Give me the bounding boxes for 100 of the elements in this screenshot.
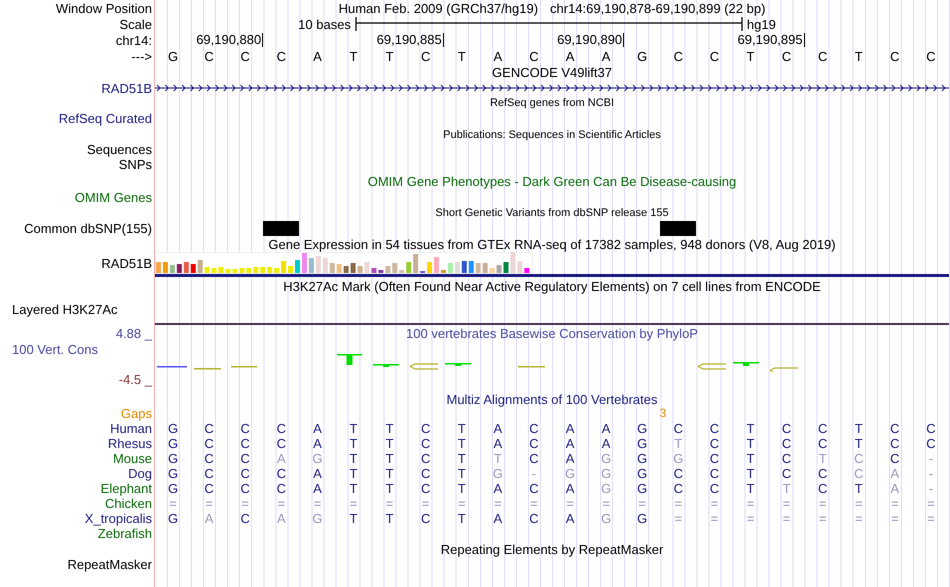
gene-label[interactable]: RAD51B (101, 80, 152, 96)
alignment-base: A (564, 511, 576, 526)
species-label: Chicken (105, 496, 152, 511)
alignment-base: = (782, 496, 792, 511)
alignment-base: G (600, 466, 612, 481)
alignment-base: C (420, 466, 432, 481)
track-label: Layered H3K27Ac (12, 302, 118, 316)
base-letter: C (276, 49, 287, 64)
alignment-base: A (890, 481, 900, 496)
alignment-base: T (492, 451, 503, 466)
alignment-base: C (816, 421, 828, 436)
base-letter: C (708, 49, 720, 64)
base-letter: A (492, 49, 504, 64)
track-label: OMIM Genes (74, 190, 152, 205)
alignment-base: G (311, 511, 324, 526)
base-letter: C (528, 49, 540, 64)
alignment-base: A (564, 421, 576, 436)
alignment-base: A (312, 436, 323, 451)
track-title: OMIM Gene Phenotypes - Dark Green Can Be Disease-causing (368, 174, 736, 188)
alignment-base: = (240, 496, 250, 511)
alignment-base: C (528, 451, 540, 466)
alignment-base: C (816, 436, 828, 451)
alignment-base: A (492, 436, 504, 451)
alignment-base: T (456, 481, 467, 496)
base-letter: A (564, 49, 576, 64)
track-label: ---> (131, 49, 152, 64)
alignment-base: = (926, 511, 936, 526)
alignment-base: = (854, 496, 864, 511)
alignment-base: T (384, 421, 395, 436)
base-letter: T (456, 49, 467, 64)
alignment-base: C (672, 481, 684, 496)
alignment-base: C (276, 421, 287, 436)
track-title: Short Genetic Variants from dbSNP release 155 (435, 206, 669, 218)
alignment-base: A (890, 466, 900, 481)
alignment-base: T (746, 421, 756, 436)
position-text: chr14:69,190,878-69,190,899 (22 bp) (550, 0, 766, 16)
alignment-base: G (636, 436, 648, 451)
alignment-base: T (348, 511, 358, 526)
alignment-base: C (420, 451, 432, 466)
alignment-base: T (746, 436, 756, 451)
alignment-base: = (818, 511, 828, 526)
base-letter: T (348, 49, 358, 64)
alignment-base: C (780, 436, 792, 451)
alignment-base: C (925, 436, 937, 451)
track-title: RefSeq genes from NCBI (490, 97, 614, 109)
track-label: 100 Vert. Cons (12, 342, 98, 357)
alignment-base: T (854, 436, 864, 451)
variant-block[interactable] (660, 220, 696, 236)
alignment-base: C (853, 466, 864, 481)
base-letter: G (166, 49, 180, 64)
variant-block[interactable] (263, 220, 300, 236)
alignment-base: = (890, 511, 900, 526)
alignment-base: C (528, 511, 540, 526)
alignment-base: T (746, 481, 756, 496)
alignment-base: - (928, 451, 934, 466)
alignment-base: = (529, 496, 539, 511)
base-letter: C (672, 49, 684, 64)
alignment-base: G (600, 511, 612, 526)
alignment-base: T (456, 421, 467, 436)
alignment-base: T (348, 451, 358, 466)
track-title: 100 vertebrates Basewise Conservation by PhyloP (406, 326, 698, 341)
track-title: H3K27Ac Mark (Often Found Near Active Regulatory Elements) on 7 cell lines from ENCODE (283, 279, 821, 294)
alignment-base: G (311, 451, 324, 466)
alignment-base: = (565, 496, 575, 511)
alignment-base: T (384, 451, 395, 466)
coordinate-tick: 69,190,895 (738, 33, 805, 47)
alignment-base: C (780, 421, 792, 436)
alignment-base: G (636, 511, 648, 526)
alignment-base: = (674, 511, 684, 526)
species-label: Rhesus (108, 436, 152, 451)
alignment-base: C (276, 481, 287, 496)
alignment-base: T (854, 481, 864, 496)
alignment-base: = (854, 511, 864, 526)
track-label: Gaps (120, 406, 152, 421)
alignment-base: C (240, 436, 251, 451)
alignment-base: A (312, 481, 323, 496)
alignment-base: C (240, 451, 251, 466)
alignment-base: = (168, 496, 178, 511)
alignment-base: = (384, 496, 394, 511)
alignment-base: G (636, 466, 648, 481)
alignment-base: A (600, 421, 612, 436)
alignment-base: A (600, 436, 612, 451)
alignment-base: = (782, 511, 792, 526)
coordinate-tick: 69,190,880 (196, 33, 264, 47)
alignment-base: = (710, 511, 720, 526)
alignment-base: = (746, 496, 756, 511)
alignment-base: A (564, 451, 576, 466)
track-title: Gene Expression in 54 tissues from GTEx RNA-seq of 17382 samples, 948 donors (V8, Aug 2019) (268, 236, 836, 252)
scale-text: 10 bases (298, 16, 351, 32)
alignment-base: T (854, 421, 864, 436)
alignment-base: C (528, 436, 540, 451)
scale-db: hg19 (746, 16, 776, 32)
alignment-base: C (672, 421, 684, 436)
alignment-base: T (746, 466, 756, 481)
alignment-base: C (528, 481, 540, 496)
track-label: RefSeq Curated (58, 111, 152, 126)
alignment-base: A (312, 466, 323, 481)
alignment-base: = (710, 496, 720, 511)
alignment-base: C (276, 436, 287, 451)
base-letter: T (854, 49, 864, 64)
